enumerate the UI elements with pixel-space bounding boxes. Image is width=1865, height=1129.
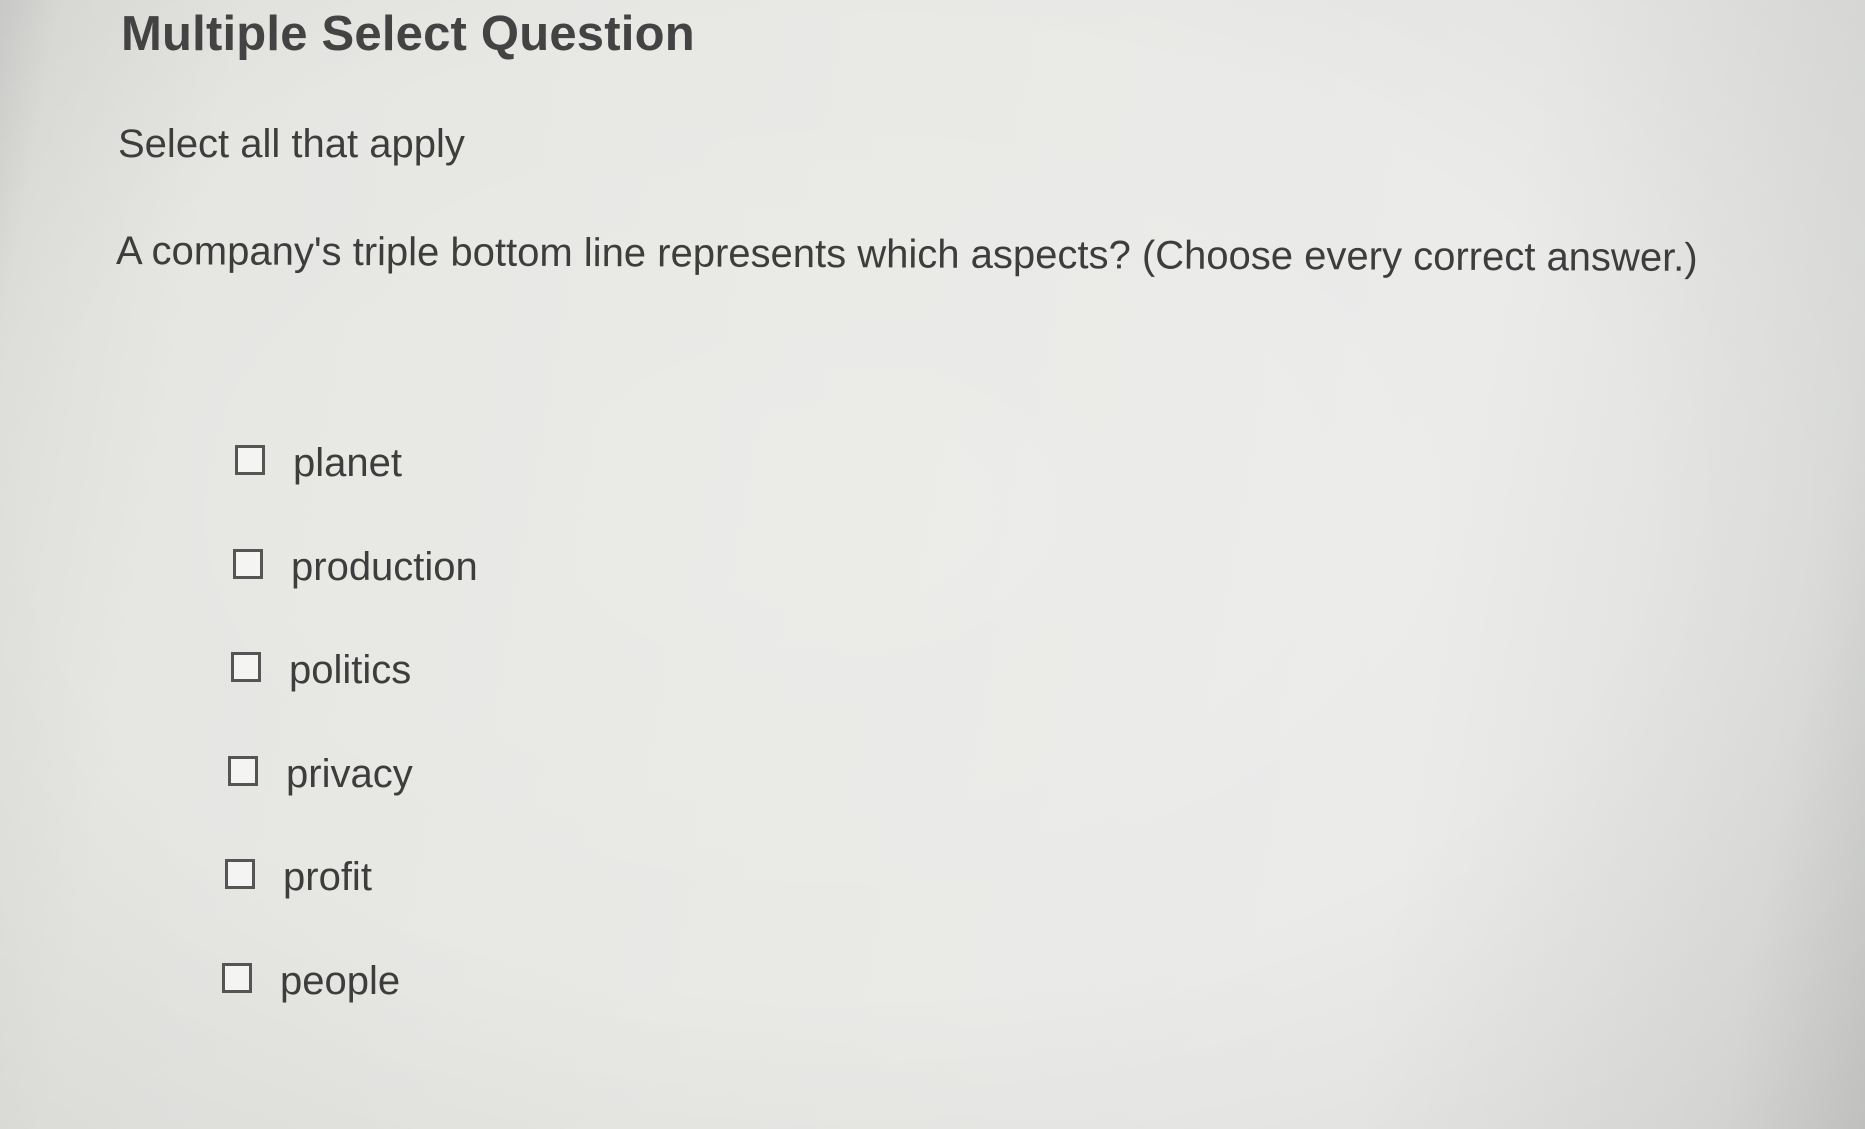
option-label: production <box>291 545 478 589</box>
option-label: profit <box>283 855 372 899</box>
checkbox[interactable] <box>233 548 263 579</box>
checkbox[interactable] <box>222 962 252 993</box>
checkbox[interactable] <box>235 444 265 475</box>
option-politics[interactable]: politics <box>231 640 411 693</box>
answer-options: planet production politics privacy profi… <box>0 0 1865 1129</box>
option-label: politics <box>289 648 412 692</box>
option-profit[interactable]: profit <box>225 847 372 900</box>
option-people[interactable]: people <box>222 951 400 1004</box>
checkbox[interactable] <box>225 858 255 889</box>
option-label: privacy <box>286 752 413 796</box>
option-production[interactable]: production <box>233 537 478 590</box>
option-planet[interactable]: planet <box>235 433 402 486</box>
option-privacy[interactable]: privacy <box>228 744 413 797</box>
checkbox[interactable] <box>228 755 258 786</box>
checkbox[interactable] <box>231 651 261 682</box>
option-label: people <box>280 959 401 1003</box>
option-label: planet <box>293 441 402 485</box>
